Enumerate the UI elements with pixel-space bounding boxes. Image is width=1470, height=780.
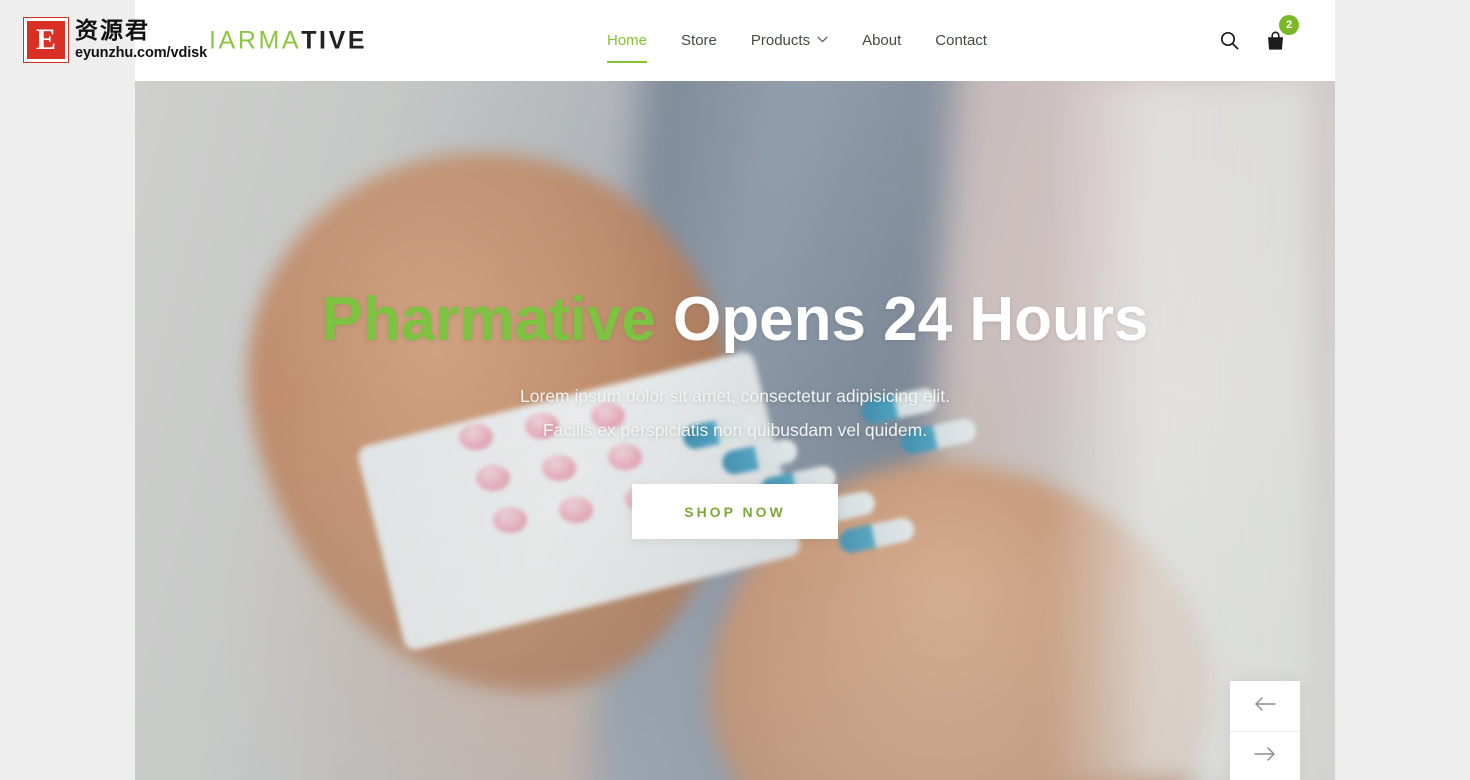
nav-item-about[interactable]: About bbox=[845, 0, 918, 81]
cart-count-badge: 2 bbox=[1279, 14, 1299, 35]
hero-subtitle-line1: Lorem ipsum dolor sit amet, consectetur … bbox=[520, 386, 950, 407]
shopping-bag-icon[interactable]: 2 bbox=[1263, 14, 1299, 54]
active-nav-underline bbox=[607, 61, 648, 63]
nav-item-contact[interactable]: Contact bbox=[918, 0, 1004, 81]
arrow-left-icon bbox=[1254, 696, 1276, 717]
hero-title: Pharmative Opens 24 Hours bbox=[322, 287, 1149, 352]
nav-item-label: Products bbox=[750, 32, 811, 49]
search-icon[interactable] bbox=[1217, 28, 1241, 54]
nav-item-products[interactable]: Products bbox=[734, 0, 845, 81]
page-root: IARMATIVE Home Store Products About Cont… bbox=[0, 0, 1470, 780]
header-actions: 2 bbox=[1217, 14, 1299, 54]
hero-title-highlight: Pharmative bbox=[321, 285, 656, 354]
hero-subtitle-line2: Facilis ex perspiciatis non quibusdam ve… bbox=[542, 420, 928, 441]
site-logo[interactable]: IARMATIVE bbox=[209, 26, 367, 55]
carousel-navigation bbox=[1230, 681, 1300, 780]
shop-now-button[interactable]: SHOP NOW bbox=[632, 484, 838, 540]
chevron-down-icon bbox=[817, 34, 828, 46]
carousel-next-button[interactable] bbox=[1230, 731, 1300, 780]
watermark-badge-icon: E bbox=[23, 17, 69, 63]
nav-item-home[interactable]: Home bbox=[590, 0, 664, 81]
hero-subtitle: Lorem ipsum dolor sit amet, consectetur … bbox=[520, 379, 950, 447]
main-navigation: Home Store Products About Contact bbox=[590, 0, 1004, 81]
nav-item-label: Home bbox=[607, 32, 648, 49]
nav-item-label: Store bbox=[681, 32, 717, 49]
nav-item-store[interactable]: Store bbox=[664, 0, 734, 81]
site-canvas: IARMATIVE Home Store Products About Cont… bbox=[135, 0, 1335, 780]
carousel-prev-button[interactable] bbox=[1230, 681, 1300, 731]
arrow-right-icon bbox=[1254, 746, 1276, 767]
hero-carousel-slide: Pharmative Opens 24 Hours Lorem ipsum do… bbox=[135, 81, 1335, 780]
site-header: IARMATIVE Home Store Products About Cont… bbox=[135, 0, 1335, 81]
nav-item-label: About bbox=[862, 32, 902, 49]
hero-title-rest: Opens 24 Hours bbox=[655, 285, 1149, 354]
logo-text-dark: TIVE bbox=[301, 26, 368, 54]
nav-item-label: Contact bbox=[935, 32, 987, 49]
logo-text-green: IARMA bbox=[209, 26, 302, 54]
hero-content: Pharmative Opens 24 Hours Lorem ipsum do… bbox=[135, 81, 1335, 780]
